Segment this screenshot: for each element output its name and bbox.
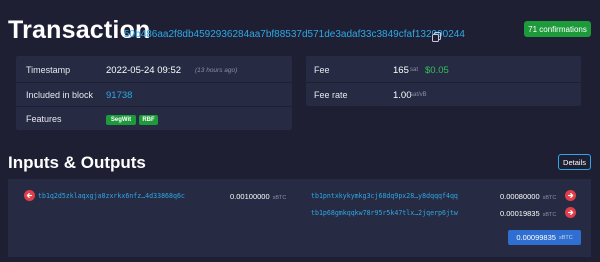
transaction-id-link[interactable]: 50b486aa2f8db4592936284aa7bf88537d571de3… xyxy=(124,29,465,40)
input-amount: 0.00100000 sBTC xyxy=(230,192,286,201)
fee-rate-label: Fee rate xyxy=(314,90,348,100)
fee-rate-row: Fee rate 1.00 sat/vB xyxy=(306,83,581,106)
block-label: Included in block xyxy=(26,90,94,100)
output-arrow-icon[interactable] xyxy=(565,190,576,201)
total-amount-unit: sBTC xyxy=(558,234,573,241)
input-amount-value: 0.00100000 xyxy=(230,192,270,201)
output-amount-value: 0.00019835 xyxy=(500,209,540,218)
fee-label: Fee xyxy=(314,65,330,75)
timestamp-value: 2022-05-24 09:52 xyxy=(106,65,182,76)
confirmations-badge: 71 confirmations xyxy=(524,21,591,37)
output-amount: 0.00019835 sBTC xyxy=(500,209,556,218)
inputs-outputs-panel xyxy=(8,179,591,257)
details-button[interactable]: Details xyxy=(558,154,591,170)
features-label: Features xyxy=(26,114,62,124)
block-link[interactable]: 91738 xyxy=(106,90,132,101)
output-amount-unit: sBTC xyxy=(542,195,557,201)
input-address-link[interactable]: tb1q2d5zklaqxgja8zxrkx6nfz…4d33868q6c xyxy=(38,192,185,200)
total-amount-badge: 0.00099835 sBTC xyxy=(508,230,581,245)
output-address-link[interactable]: tb1pntxkykymkg3cj68dq9px28…y8dqqqf4qq xyxy=(311,192,458,200)
copy-icon[interactable] xyxy=(432,29,441,42)
output-arrow-icon[interactable] xyxy=(565,207,576,218)
fee-row: Fee 165 sat $0.05 xyxy=(306,56,581,82)
fee-rate-value: 1.00 xyxy=(393,90,412,101)
total-amount-value: 0.00099835 xyxy=(516,233,556,242)
input-amount-unit: sBTC xyxy=(272,195,287,201)
feature-tag-rbf[interactable]: RBF xyxy=(139,115,158,125)
input-arrow-icon[interactable] xyxy=(24,190,35,201)
features-row: Features SegWit RBF xyxy=(16,107,292,130)
timestamp-row: Timestamp 2022-05-24 09:52 (13 hours ago… xyxy=(16,56,292,82)
timestamp-label: Timestamp xyxy=(26,65,71,75)
fee-usd: $0.05 xyxy=(425,65,449,76)
fee-value: 165 xyxy=(393,65,409,76)
timestamp-ago: (13 hours ago) xyxy=(195,67,238,74)
details-right-panel: Fee 165 sat $0.05 Fee rate 1.00 sat/vB xyxy=(306,56,581,106)
block-row: Included in block 91738 xyxy=(16,83,292,106)
inputs-outputs-title: Inputs & Outputs xyxy=(8,153,146,172)
output-amount-value: 0.00080000 xyxy=(500,192,540,201)
output-amount: 0.00080000 sBTC xyxy=(500,192,556,201)
fee-unit: sat xyxy=(410,67,419,73)
fee-rate-unit: sat/vB xyxy=(410,92,427,98)
output-amount-unit: sBTC xyxy=(542,212,557,218)
details-left-panel: Timestamp 2022-05-24 09:52 (13 hours ago… xyxy=(16,56,292,130)
feature-tag-segwit[interactable]: SegWit xyxy=(106,115,136,125)
output-address-link[interactable]: tb1p68gmkqqkw78r95r5k47tlx…2jqerp6jtw xyxy=(311,209,458,217)
